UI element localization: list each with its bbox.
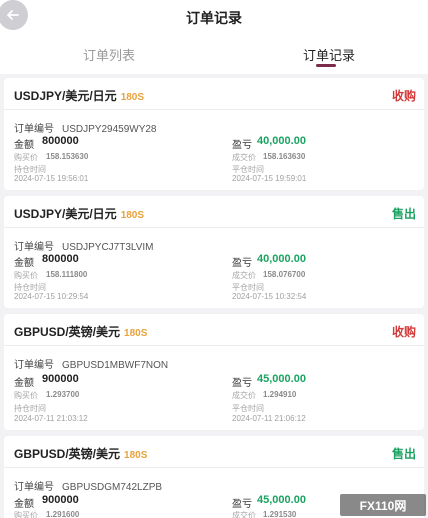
open-time-value: 2024-07-15 19:56:01 xyxy=(14,174,89,183)
close-time-value: 2024-07-15 19:59:01 xyxy=(232,174,307,183)
amount-label: 金额 xyxy=(14,258,34,269)
order-number-row: 订单编号 USDJPY29459WY28 xyxy=(14,124,157,135)
currency-pair: USDJPY/美元/日元 180S xyxy=(14,207,145,221)
pnl-value: 45,000.00 xyxy=(257,373,306,385)
tab-bar: 订单列表 订单记录 xyxy=(0,36,428,74)
order-direction: 售出 xyxy=(391,207,416,221)
pnl-label: 盈亏 xyxy=(232,378,252,389)
order-number-row: 订单编号 GBPUSDGM742LZPB xyxy=(14,482,163,493)
close-time-value: 2024-07-15 10:32:54 xyxy=(232,292,307,301)
order-card-header: GBPUSD/英镑/美元 180S 收购 xyxy=(4,314,424,346)
order-direction: 售出 xyxy=(391,447,416,461)
currency-pair: USDJPY/美元/日元 180S xyxy=(14,89,145,103)
order-card[interactable]: USDJPY/美元/日元 180S 收购 订单编号 USDJPY29459WY28 … xyxy=(4,78,424,190)
pnl-label: 盈亏 xyxy=(232,499,252,510)
pnl-value: 45,000.00 xyxy=(257,494,306,506)
order-card-header: USDJPY/美元/日元 180S 售出 xyxy=(4,196,424,228)
duration-badge: 180S xyxy=(120,92,145,103)
amount-label: 金额 xyxy=(14,140,34,151)
pnl-value: 40,000.00 xyxy=(257,135,306,147)
buy-price-value: 1.291600 xyxy=(46,510,80,518)
pnl-value: 40,000.00 xyxy=(257,253,306,265)
deal-price-value: 1.294910 xyxy=(263,390,297,399)
close-time-label: 平仓时间 xyxy=(232,404,264,413)
buy-price-label: 购买价 xyxy=(14,153,38,162)
pnl-label: 盈亏 xyxy=(232,140,252,151)
order-number: GBPUSDGM742LZPB xyxy=(62,482,163,493)
deal-price-value: 1.291530 xyxy=(263,510,297,518)
order-card-header: GBPUSD/英镑/美元 180S 售出 xyxy=(4,436,424,468)
amount-value: 900000 xyxy=(42,494,79,506)
close-time-value: 2024-07-11 21:06:12 xyxy=(232,414,306,423)
buy-price-label: 购买价 xyxy=(14,271,38,280)
currency-pair: GBPUSD/英镑/美元 180S xyxy=(14,325,148,339)
amount-value: 800000 xyxy=(42,135,79,147)
pnl-label: 盈亏 xyxy=(232,258,252,269)
deal-price-label: 成交价 xyxy=(232,391,256,400)
open-time-value: 2024-07-11 21:03:12 xyxy=(14,414,88,423)
currency-pair: GBPUSD/英镑/美元 180S xyxy=(14,447,148,461)
tab-order-records[interactable]: 订单记录 xyxy=(303,45,355,64)
tab-order-list[interactable]: 订单列表 xyxy=(83,45,135,64)
order-number: GBPUSD1MBWF7NON xyxy=(62,360,169,371)
duration-badge: 180S xyxy=(124,450,148,461)
amount-value: 800000 xyxy=(42,253,79,265)
buy-price-value: 158.153630 xyxy=(46,152,89,161)
deal-price-value: 158.163630 xyxy=(263,152,306,161)
order-number-row: 订单编号 USDJPYCJ7T3LVIM xyxy=(14,242,154,253)
top-bar: 订单记录 xyxy=(0,0,428,36)
order-direction: 收购 xyxy=(391,89,416,103)
order-number: USDJPYCJ7T3LVIM xyxy=(62,242,154,253)
watermark-logo: FX110网 xyxy=(340,494,426,516)
order-card[interactable]: GBPUSD/英镑/美元 180S 收购 订单编号 GBPUSD1MBWF7NON … xyxy=(4,314,424,430)
deal-price-value: 158.076700 xyxy=(263,270,306,279)
duration-badge: 180S xyxy=(120,210,145,221)
deal-price-label: 成交价 xyxy=(232,271,256,280)
page-title: 订单记录 xyxy=(186,10,242,26)
open-time-label: 持仓时间 xyxy=(14,404,46,413)
buy-price-value: 1.293700 xyxy=(46,390,80,399)
order-card[interactable]: USDJPY/美元/日元 180S 售出 订单编号 USDJPYCJ7T3LVIM … xyxy=(4,196,424,308)
duration-badge: 180S xyxy=(124,328,148,339)
order-number: USDJPY29459WY28 xyxy=(62,124,157,135)
buy-price-value: 158.111800 xyxy=(46,270,88,279)
amount-label: 金额 xyxy=(14,499,34,510)
active-tab-indicator xyxy=(316,64,336,67)
amount-value: 900000 xyxy=(42,373,79,385)
order-number-row: 订单编号 GBPUSD1MBWF7NON xyxy=(14,360,169,371)
buy-price-label: 购买价 xyxy=(14,511,38,518)
amount-label: 金额 xyxy=(14,378,34,389)
order-direction: 收购 xyxy=(391,325,416,339)
deal-price-label: 成交价 xyxy=(232,511,256,518)
buy-price-label: 购买价 xyxy=(14,391,38,400)
deal-price-label: 成交价 xyxy=(232,153,256,162)
order-card-header: USDJPY/美元/日元 180S 收购 xyxy=(4,78,424,110)
open-time-value: 2024-07-15 10:29:54 xyxy=(14,292,89,301)
